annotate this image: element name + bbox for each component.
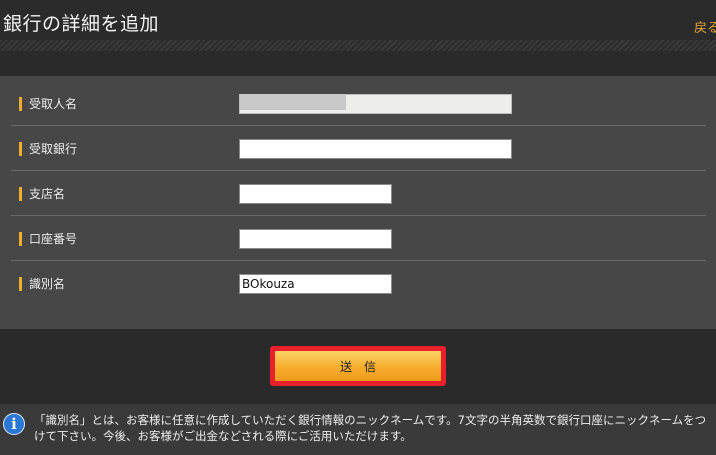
recipient-bank-label: 受取銀行 — [19, 140, 77, 157]
label-accent-bar — [19, 186, 22, 201]
header: 銀行の詳細を追加 戻る — [0, 0, 716, 40]
info-notice: i 「識別名」とは、お客様に任意に作成していただく銀行情報のニックネームです。7… — [0, 404, 716, 455]
label-accent-bar — [19, 231, 22, 246]
form-row-nickname: 識別名 — [11, 260, 706, 305]
account-number-label: 口座番号 — [19, 230, 77, 247]
header-stripe-divider — [0, 40, 716, 51]
submit-highlight-frame: 送信 — [270, 346, 446, 386]
form-row-account-number: 口座番号 — [11, 215, 706, 261]
form-row-branch-name: 支店名 — [11, 170, 706, 216]
recipient-name-label-text: 受取人名 — [29, 97, 78, 111]
page-title: 銀行の詳細を追加 — [3, 13, 160, 35]
form-row-recipient-bank: 受取銀行 — [11, 125, 706, 171]
label-accent-bar — [19, 96, 22, 111]
back-link[interactable]: 戻る — [694, 17, 716, 36]
submit-button[interactable]: 送信 — [275, 351, 441, 381]
label-accent-bar — [19, 276, 22, 291]
account-number-field[interactable] — [239, 229, 392, 249]
masked-value-redaction — [240, 94, 346, 110]
branch-name-label-text: 支店名 — [29, 187, 66, 201]
recipient-name-label: 受取人名 — [19, 95, 77, 112]
recipient-bank-field[interactable] — [239, 139, 512, 159]
label-accent-bar — [19, 141, 22, 156]
recipient-bank-label-text: 受取銀行 — [29, 142, 78, 156]
form-row-recipient-name: 受取人名 — [11, 80, 706, 126]
bank-details-form: 受取人名 受取銀行 支店名 口座番号 識別名 BOkouza — [0, 76, 716, 329]
info-icon: i — [3, 413, 25, 435]
nickname-label: 識別名 — [19, 275, 65, 292]
nickname-field[interactable] — [239, 274, 392, 294]
branch-name-label: 支店名 — [19, 185, 65, 202]
info-text: 「識別名」とは、お客様に任意に作成していただく銀行情報のニックネームです。7文字… — [34, 413, 707, 443]
branch-name-field[interactable] — [239, 184, 392, 204]
nickname-label-text: 識別名 — [29, 277, 66, 291]
account-number-label-text: 口座番号 — [29, 232, 78, 246]
page: 銀行の詳細を追加 戻る 受取人名 受取銀行 支店名 口座番号 識別名 BOkou… — [0, 0, 716, 455]
